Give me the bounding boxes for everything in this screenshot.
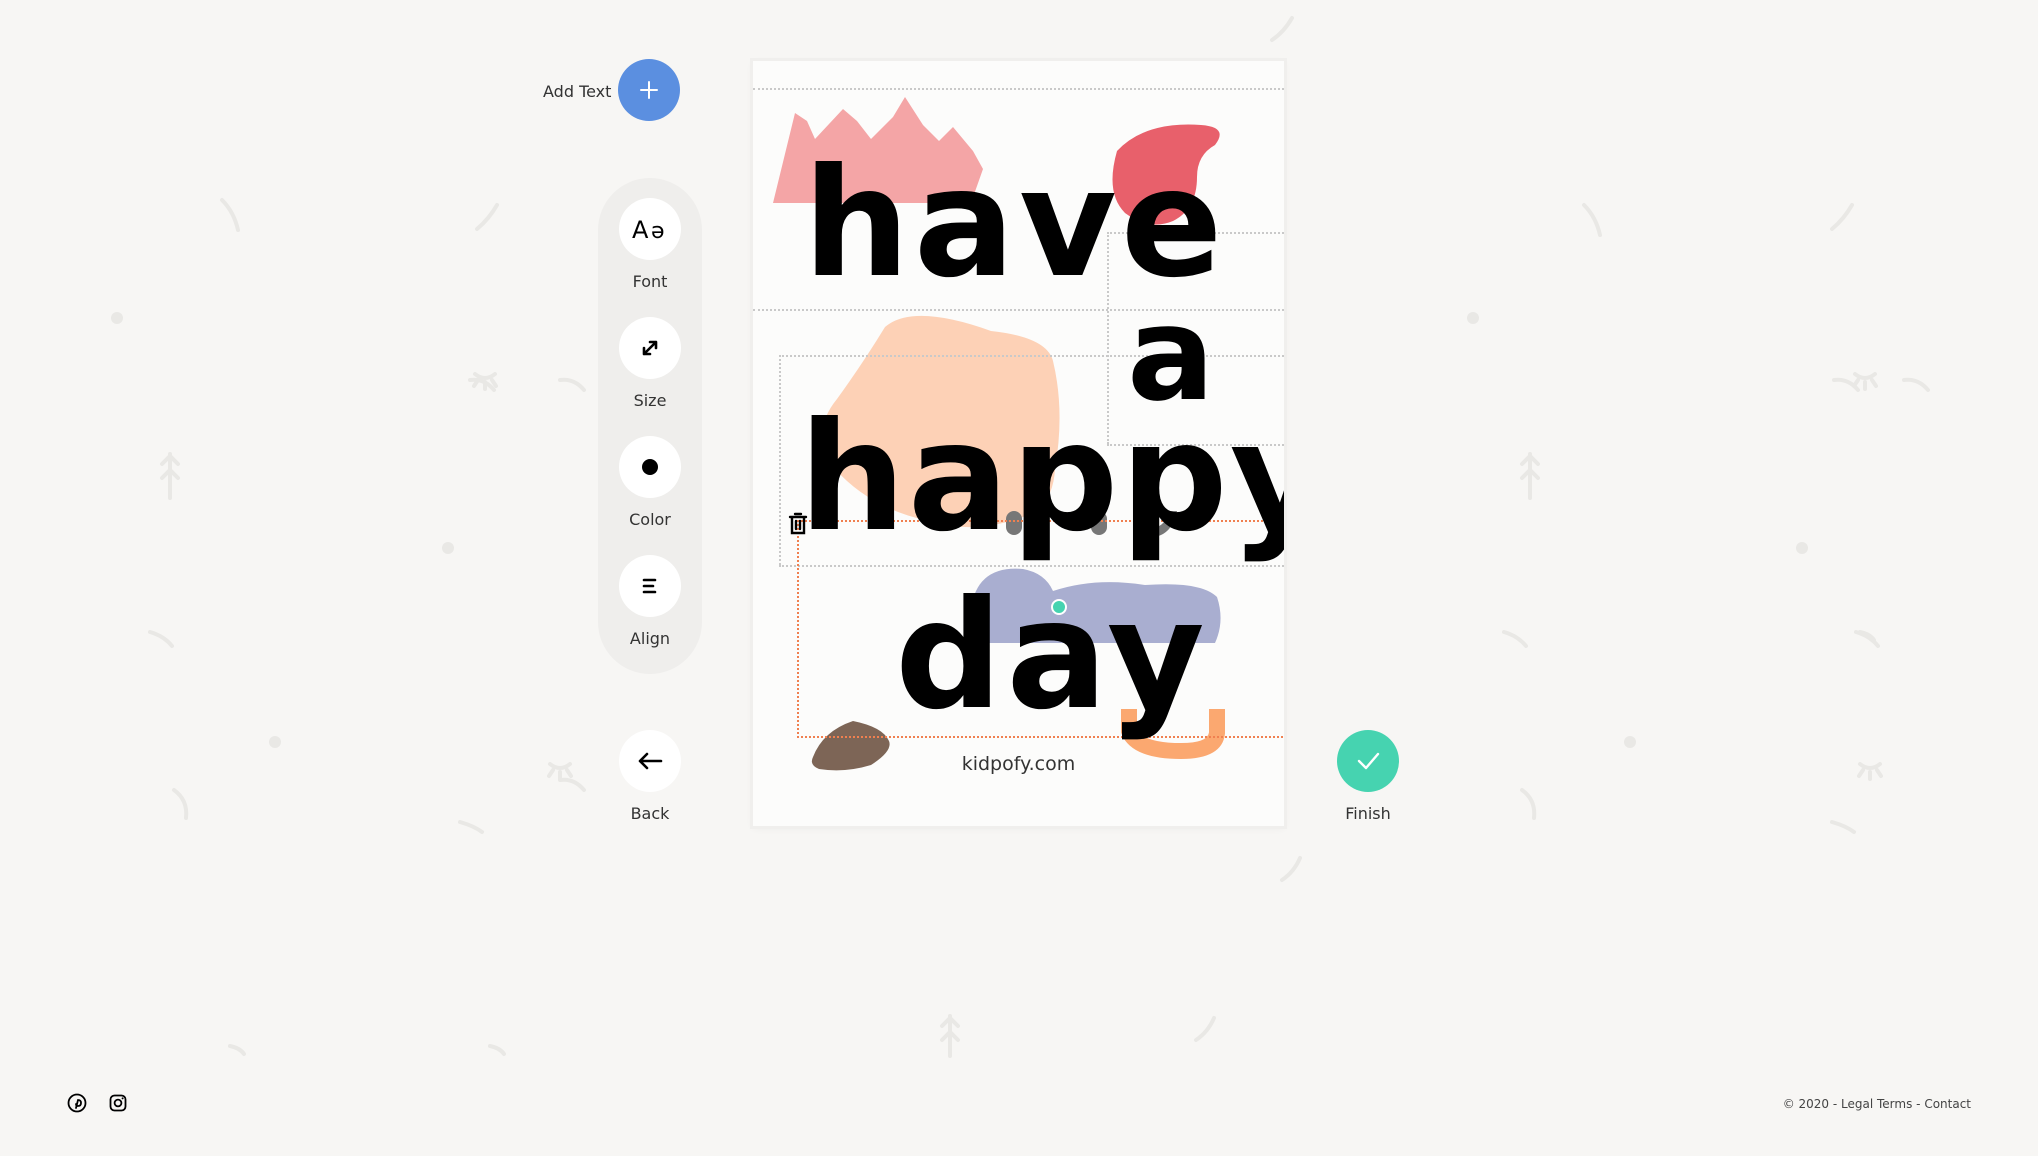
separator: - xyxy=(1829,1097,1842,1111)
check-icon xyxy=(1357,752,1380,770)
toolbar-item-align[interactable]: Align xyxy=(618,555,682,648)
contact-link[interactable]: Contact xyxy=(1924,1097,1971,1111)
editor-page: Add Text A ə Font Size Color Align Back … xyxy=(0,0,2038,1156)
footer-legal: © 2020 - Legal Terms - Contact xyxy=(1783,1097,1971,1111)
back-button[interactable] xyxy=(619,730,681,792)
toolbar-item-color[interactable]: Color xyxy=(618,436,682,529)
font-button[interactable]: A ə xyxy=(619,198,681,260)
legal-terms-link[interactable]: Legal Terms xyxy=(1841,1097,1912,1111)
card-word-happy[interactable]: happy xyxy=(799,403,1284,553)
dot-icon xyxy=(642,459,658,475)
toolbar-item-label: Color xyxy=(629,510,671,529)
guide-line xyxy=(753,88,1284,90)
toolbar-item-label: Font xyxy=(632,272,668,291)
finish-control[interactable]: Finish xyxy=(1336,730,1400,823)
svg-text:ə: ə xyxy=(651,219,665,244)
toolbar-item-font[interactable]: A ə Font xyxy=(618,198,682,291)
toolbar-item-label: Size xyxy=(633,391,667,410)
card-word-have[interactable]: have xyxy=(803,149,1227,299)
instagram-icon[interactable] xyxy=(108,1093,128,1113)
plus-icon xyxy=(640,81,658,99)
card-canvas[interactable]: have a happy day kidpofy.com xyxy=(753,61,1284,826)
card-site-label: kidpofy.com xyxy=(961,753,1076,775)
toolbar-item-size[interactable]: Size xyxy=(618,317,682,410)
back-label: Back xyxy=(630,804,670,823)
align-icon xyxy=(642,578,657,594)
add-text-button[interactable] xyxy=(618,59,680,121)
copyright-text: © 2020 xyxy=(1782,1097,1830,1111)
size-button[interactable] xyxy=(619,317,681,379)
arrow-left-icon xyxy=(638,752,663,770)
add-text-label: Add Text xyxy=(543,82,612,101)
back-control[interactable]: Back xyxy=(618,730,682,823)
svg-text:A: A xyxy=(632,216,649,244)
text-toolbar: A ə Font Size Color Align xyxy=(598,178,702,674)
pinterest-icon[interactable] xyxy=(67,1093,87,1113)
card-word-day[interactable]: day xyxy=(895,581,1209,731)
separator: - xyxy=(1912,1097,1925,1111)
align-button[interactable] xyxy=(619,555,681,617)
toolbar-item-label: Align xyxy=(629,629,671,648)
finish-button[interactable] xyxy=(1337,730,1399,792)
resize-icon xyxy=(642,340,658,356)
finish-label: Finish xyxy=(1345,804,1391,823)
color-button[interactable] xyxy=(619,436,681,498)
guide-line xyxy=(779,355,781,565)
font-icon: A ə xyxy=(632,216,665,244)
